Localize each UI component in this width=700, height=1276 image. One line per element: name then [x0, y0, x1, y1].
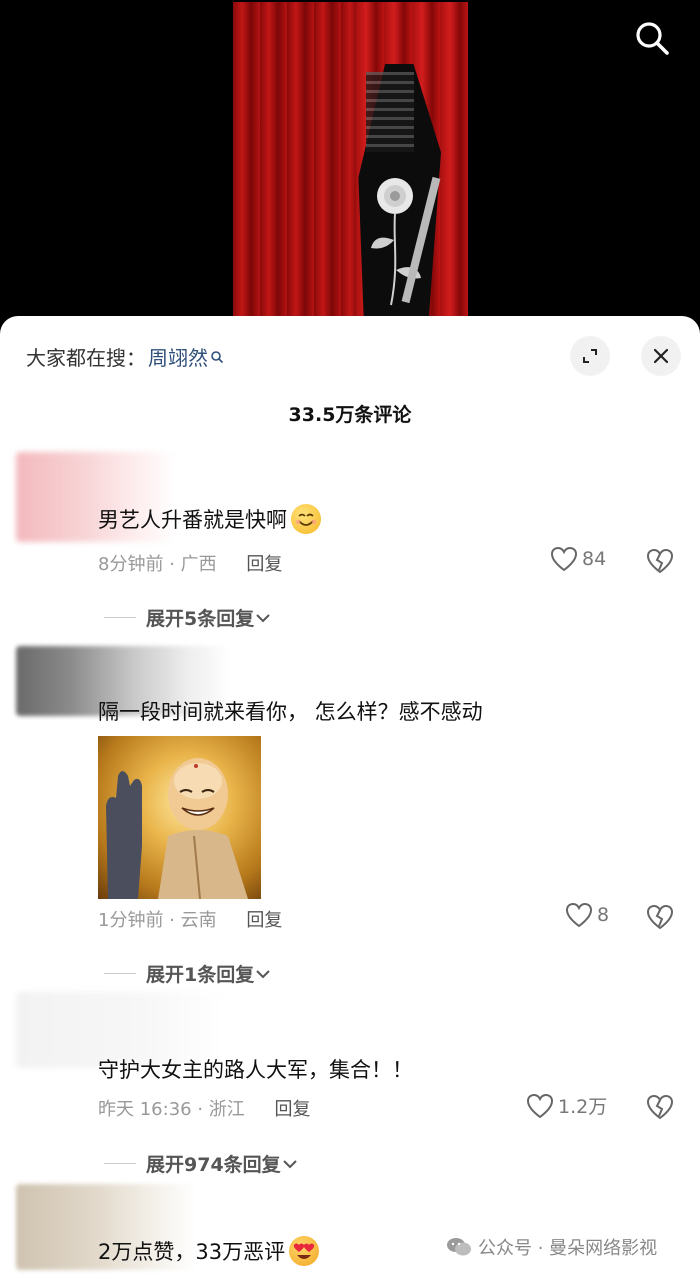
comment-location: 浙江: [208, 1099, 245, 1120]
meta-separator: ·: [197, 1099, 209, 1120]
comment-sheet-header: 大家都在搜： 周翊然: [0, 316, 700, 396]
comment-count: 33.5万条评论: [288, 404, 412, 426]
comment-text: 隔一段时间就来看你， 怎么样？感不感动: [98, 700, 483, 724]
comment-meta: 昨天 16:36 · 浙江 回复: [98, 1095, 311, 1121]
comment-location: 广西: [180, 554, 217, 575]
comment-time: 昨天 16:36: [98, 1099, 192, 1120]
chevron-down-icon: [282, 1159, 297, 1168]
comment-text-content: 男艺人升番就是快啊: [98, 508, 287, 532]
comment-image-meme[interactable]: [98, 736, 261, 899]
search-icon[interactable]: [630, 16, 674, 60]
like-button[interactable]: 84: [550, 546, 606, 572]
hot-search-prefix: 大家都在搜：: [26, 346, 146, 370]
hot-search-keyword: 周翊然: [148, 346, 208, 370]
watermark-text: 公众号 · 曼朵网络影视: [478, 1238, 658, 1259]
comment-sheet: 大家都在搜： 周翊然 33.5万条评论 男艺人升番就是快啊 8分钟前 · 广西 …: [0, 316, 700, 1276]
comment-text: 守护大女主的路人大军，集合！！: [98, 1058, 413, 1082]
expand-replies-button[interactable]: 展开974条回复: [104, 1150, 299, 1177]
broken-heart-icon[interactable]: [646, 548, 674, 574]
expand-replies-label: 展开974条回复: [146, 1154, 281, 1176]
chevron-down-icon: [256, 613, 270, 622]
small-search-icon: [211, 350, 224, 363]
divider-dash: [104, 1163, 136, 1164]
like-count: 84: [582, 548, 607, 570]
close-icon: [653, 348, 669, 364]
comment-time: 1分钟前: [98, 910, 164, 931]
reply-button[interactable]: 回复: [275, 1099, 311, 1120]
red-curtain-left: [233, 2, 363, 316]
pagoda-silhouette: [366, 72, 414, 152]
like-button[interactable]: 1.2万: [526, 1092, 607, 1119]
reply-button[interactable]: 回复: [246, 910, 282, 931]
video-poster: [233, 2, 468, 316]
broken-heart-icon[interactable]: [646, 1094, 674, 1120]
meta-separator: ·: [169, 554, 181, 575]
chevron-down-icon: [256, 969, 270, 978]
laughing-monk-image: [106, 758, 248, 899]
comment-location: 云南: [180, 910, 217, 931]
comment-time: 8分钟前: [98, 554, 164, 575]
smile-face-icon: [295, 513, 317, 526]
like-button[interactable]: 8: [565, 902, 609, 928]
like-count: 8: [597, 904, 610, 926]
video-player[interactable]: [0, 0, 700, 330]
broken-heart-icon[interactable]: [646, 904, 674, 930]
close-comments-button[interactable]: [641, 336, 681, 376]
wechat-icon: [447, 1238, 471, 1256]
divider-dash: [104, 617, 136, 618]
divider-dash: [104, 973, 136, 974]
expand-replies-button[interactable]: 展开1条回复: [104, 960, 272, 987]
expand-replies-button[interactable]: 展开5条回复: [104, 604, 272, 631]
expand-replies-label: 展开5条回复: [146, 608, 255, 630]
peony-flower-icon: [371, 176, 441, 306]
comment-meta: 1分钟前 · 云南 回复: [98, 906, 282, 932]
smiling-face-emoji: [291, 504, 321, 534]
heart-eyes-face-icon: [293, 1243, 315, 1259]
comment-meta: 8分钟前 · 广西 回复: [98, 550, 282, 576]
watermark: 公众号 · 曼朵网络影视: [446, 1234, 657, 1260]
comment-text: 男艺人升番就是快啊: [98, 504, 321, 534]
heart-icon: [565, 902, 593, 928]
hot-search-link[interactable]: 大家都在搜： 周翊然: [26, 342, 224, 371]
heart-icon: [550, 546, 578, 572]
reply-button[interactable]: 回复: [246, 554, 282, 575]
comment-text-content: 2万点赞，33万恶评: [98, 1240, 286, 1264]
expand-replies-label: 展开1条回复: [146, 964, 255, 986]
heart-eyes-emoji: [289, 1236, 320, 1266]
comment-text: 2万点赞，33万恶评: [98, 1236, 320, 1266]
meta-separator: ·: [169, 910, 181, 931]
expand-icon: [583, 349, 597, 363]
fullscreen-comments-button[interactable]: [570, 336, 610, 376]
like-count: 1.2万: [558, 1096, 608, 1118]
heart-icon: [526, 1093, 554, 1118]
